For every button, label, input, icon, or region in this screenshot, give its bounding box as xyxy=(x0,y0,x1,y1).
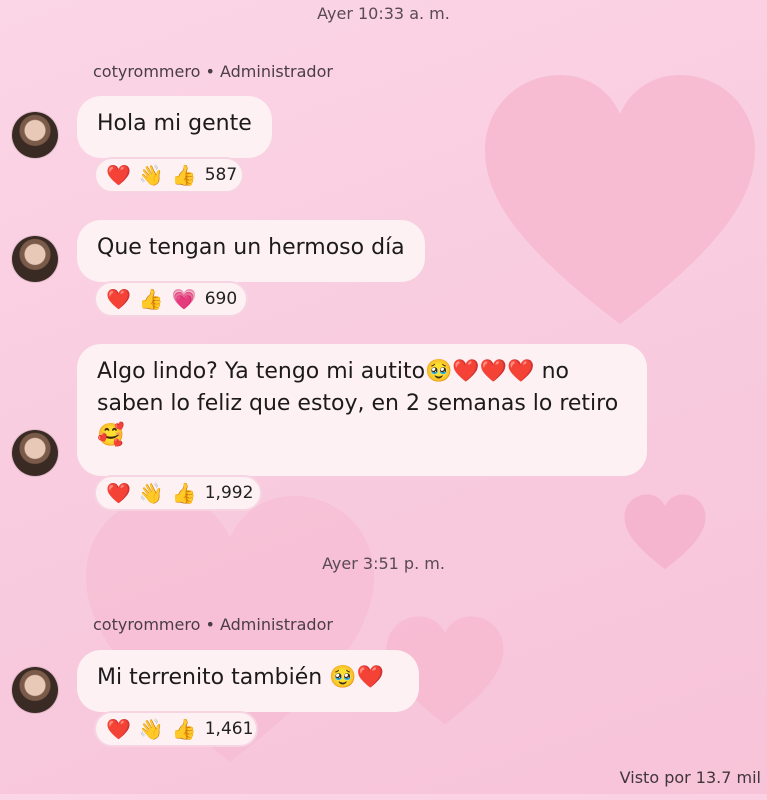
avatar[interactable] xyxy=(12,236,58,282)
heart-icon: ❤️ xyxy=(106,163,131,187)
heart-icon: ❤️ xyxy=(106,717,131,741)
reaction-count: 1,461 xyxy=(204,719,254,739)
reaction-count: 587 xyxy=(204,165,238,185)
thumbs-up-icon: 👍 xyxy=(171,163,197,187)
message-text: Algo lindo? Ya tengo mi autito🥹❤️❤️❤️ no… xyxy=(97,359,619,448)
reaction-bar[interactable]: ❤️ 👋 👍 1,992 xyxy=(94,475,262,511)
reaction-count: 690 xyxy=(204,289,238,309)
heart-icon: ❤️ xyxy=(106,287,131,311)
message-text: Mi terrenito también 🥹❤️ xyxy=(97,665,385,690)
message-bubble[interactable]: Que tengan un hermoso día xyxy=(77,220,425,282)
wave-icon: 👋 xyxy=(138,163,164,187)
heart-icon: ❤️ xyxy=(106,481,131,505)
reaction-bar[interactable]: ❤️ 👋 👍 587 xyxy=(94,157,244,193)
thumbs-up-icon: 👍 xyxy=(171,717,197,741)
reaction-bar[interactable]: ❤️ 👋 👍 1,461 xyxy=(94,711,258,747)
timestamp: Ayer 10:33 a. m. xyxy=(317,4,450,23)
message-bubble[interactable]: Mi terrenito también 🥹❤️ xyxy=(77,650,419,712)
pink-heart-icon: 💗 xyxy=(171,287,197,311)
sender-label: cotyrommero • Administrador xyxy=(93,615,333,634)
seen-by-count: Visto por 13.7 mil xyxy=(619,768,761,787)
message-bubble[interactable]: Hola mi gente xyxy=(77,96,272,158)
wave-icon: 👋 xyxy=(138,717,164,741)
avatar[interactable] xyxy=(12,667,58,713)
avatar[interactable] xyxy=(12,112,58,158)
timestamp: Ayer 3:51 p. m. xyxy=(322,554,445,573)
thumbs-up-icon: 👍 xyxy=(171,481,197,505)
reaction-count: 1,992 xyxy=(204,483,254,503)
message-text: Que tengan un hermoso día xyxy=(97,235,405,260)
reaction-bar[interactable]: ❤️ 👍 💗 690 xyxy=(94,281,248,317)
background-heart-icon xyxy=(485,75,755,324)
message-bubble[interactable]: Algo lindo? Ya tengo mi autito🥹❤️❤️❤️ no… xyxy=(77,344,647,476)
background-heart-icon xyxy=(86,496,374,762)
message-text: Hola mi gente xyxy=(97,111,252,136)
thumbs-up-icon: 👍 xyxy=(138,287,164,311)
wave-icon: 👋 xyxy=(138,481,164,505)
sender-label: cotyrommero • Administrador xyxy=(93,62,333,81)
avatar[interactable] xyxy=(12,430,58,476)
